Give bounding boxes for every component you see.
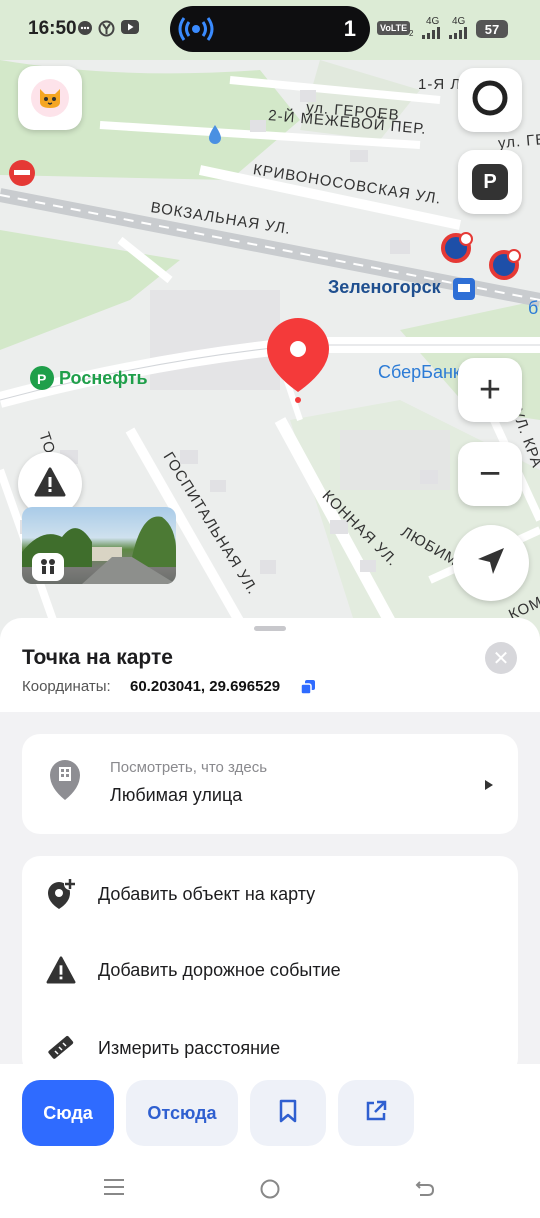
actions-card: Добавить объект на карту Добавить дорожн…: [22, 856, 518, 1076]
poi-b[interactable]: б: [528, 298, 538, 319]
panorama-icon: [32, 553, 64, 581]
message-icon: [77, 20, 95, 38]
warning-icon: [34, 467, 66, 502]
zoom-out-button[interactable]: −: [458, 442, 522, 506]
app-notification-icon: [98, 20, 116, 38]
status-time: 16:50: [28, 18, 77, 39]
share-button[interactable]: [338, 1080, 414, 1146]
route-to-here-label: Сюда: [43, 1102, 93, 1123]
alice-icon: [471, 79, 509, 122]
svg-text:P: P: [37, 371, 46, 387]
battery-icon: 57: [476, 20, 508, 38]
parking-icon: P: [472, 164, 508, 200]
route-from-here-button[interactable]: Отсюда: [126, 1080, 238, 1146]
close-button[interactable]: ✕: [485, 642, 517, 674]
action-add-object-label: Добавить объект на карту: [98, 884, 316, 904]
youtube-icon: [121, 20, 139, 38]
zoom-in-button[interactable]: +: [458, 358, 522, 422]
copy-icon[interactable]: [300, 680, 315, 699]
warning-icon: [46, 956, 76, 989]
sheet-header: Точка на карте Координаты: 60.203041, 29…: [0, 618, 540, 712]
alice-button[interactable]: [458, 68, 522, 132]
building-pin-icon: [48, 758, 82, 807]
minus-icon: −: [478, 453, 502, 495]
whats-here-card[interactable]: Посмотреть, что здесь Любимая улица: [22, 734, 518, 834]
battery-level: 57: [484, 21, 500, 37]
volte-sim: 2: [409, 29, 414, 38]
action-add-road-event[interactable]: Добавить дорожное событие: [22, 932, 518, 1008]
bookmark-icon: [278, 1099, 298, 1128]
my-location-button[interactable]: [453, 525, 529, 601]
map-view[interactable]: P ул. ГЕРОЕВ 2-Й МЕЖЕВОЙ ПЕР. КРИВОНОСОВ…: [0, 0, 540, 640]
signal-icon-2: [449, 26, 471, 44]
broadcast-icon: [178, 15, 214, 48]
share-icon: [364, 1099, 388, 1128]
bottom-action-bar: Сюда Отсюда: [0, 1064, 540, 1218]
menu-nav-icon[interactable]: [104, 1178, 124, 1201]
signal-icon-1: [422, 26, 444, 44]
island-count: 1: [343, 16, 356, 41]
navigation-arrow-icon: [476, 546, 506, 581]
poi-station[interactable]: Зеленогорск: [328, 277, 441, 298]
status-bar: 16:50 1 VoLTE 2 4G 4G 57: [0, 0, 540, 58]
route-from-here-label: Отсюда: [147, 1102, 217, 1123]
whats-here-caption: Посмотреть, что здесь: [110, 759, 268, 776]
cat-avatar-icon: [31, 79, 69, 117]
bookmark-button[interactable]: [250, 1080, 326, 1146]
action-add-object[interactable]: Добавить объект на карту: [22, 856, 518, 932]
coords-label: Координаты:: [22, 678, 111, 695]
plus-icon: +: [478, 369, 502, 411]
panorama-thumbnail[interactable]: [22, 507, 176, 584]
poi-rosneft[interactable]: Роснефть: [59, 368, 148, 389]
home-nav-icon[interactable]: [259, 1178, 281, 1205]
dynamic-island[interactable]: 1: [170, 6, 370, 52]
add-place-icon: [46, 878, 76, 915]
profile-avatar-button[interactable]: [18, 66, 82, 130]
volte-badge: VoLTE: [377, 21, 411, 35]
drag-handle[interactable]: [254, 626, 286, 631]
chevron-right-icon: [484, 778, 494, 796]
parking-button[interactable]: P: [458, 150, 522, 214]
route-to-here-button[interactable]: Сюда: [22, 1080, 114, 1146]
action-measure-distance-label: Измерить расстояние: [98, 1038, 281, 1058]
back-nav-icon[interactable]: [414, 1178, 436, 1203]
whats-here-value: Любимая улица: [110, 785, 243, 805]
action-add-road-event-label: Добавить дорожное событие: [98, 960, 341, 980]
ruler-icon: [46, 1034, 74, 1067]
coords-value[interactable]: 60.203041, 29.696529: [130, 678, 280, 695]
sheet-title: Точка на карте: [22, 646, 173, 669]
close-icon: ✕: [492, 647, 510, 670]
poi-sberbank[interactable]: СберБанк: [378, 362, 461, 383]
